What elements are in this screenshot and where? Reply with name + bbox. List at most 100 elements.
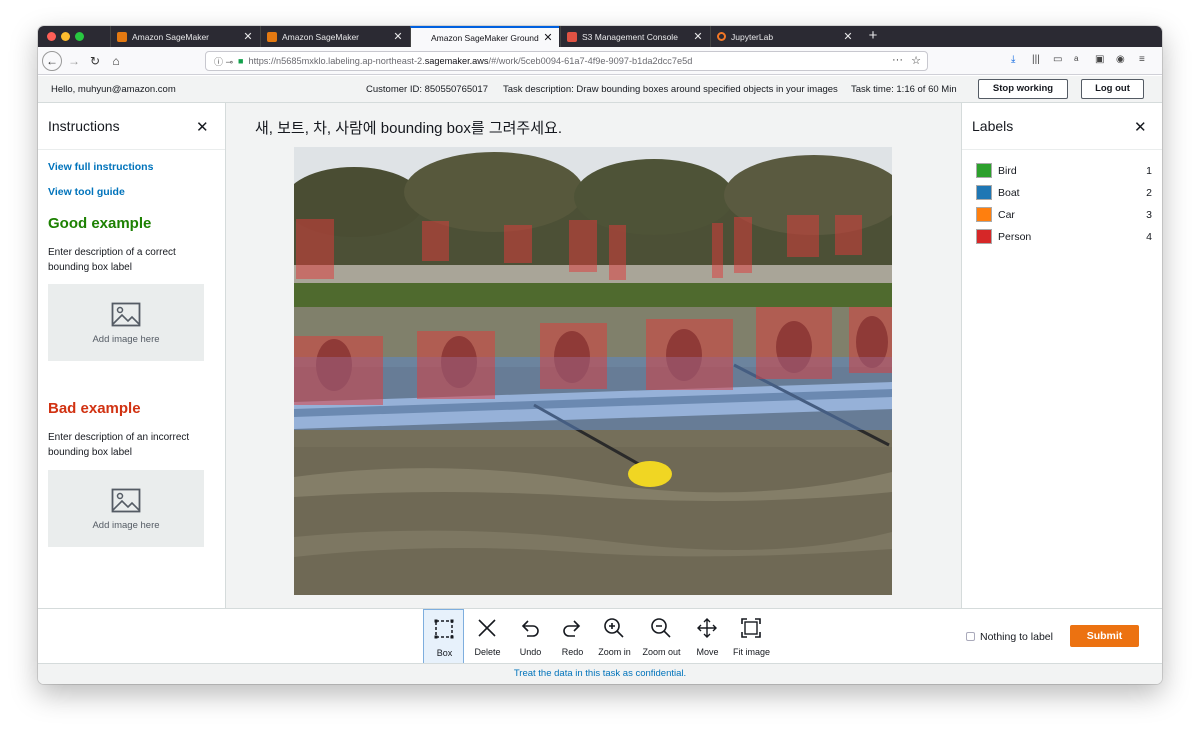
view-full-instructions-link[interactable]: View full instructions (48, 161, 153, 173)
url-domain: sagemaker.aws (424, 56, 489, 66)
image-icon (111, 302, 141, 327)
back-arrow-icon[interactable]: ← (42, 51, 62, 71)
label-color-swatch (976, 185, 992, 200)
close-instructions-icon[interactable]: ✕ (196, 118, 209, 136)
bad-example-image-placeholder: Add image here (48, 470, 204, 547)
home-icon[interactable]: ⌂ (107, 52, 125, 70)
labeling-workspace: 새, 보트, 차, 사람에 bounding box를 그려주세요. (226, 103, 961, 608)
new-tab-button[interactable]: + (863, 26, 883, 47)
log-out-button[interactable]: Log out (1081, 79, 1144, 99)
url-host: https://n5685mxklo.labeling.ap-northeast… (248, 56, 425, 66)
label-name: Car (998, 209, 1015, 221)
nothing-to-label-checkbox[interactable]: Nothing to label (966, 631, 1053, 643)
tab-title: Amazon SageMaker Ground Tru (431, 32, 541, 43)
redo-icon (563, 620, 581, 637)
browser-tab[interactable]: Amazon SageMaker ✕ (110, 26, 259, 47)
amazon-extension-icon[interactable]: a (1074, 54, 1078, 63)
bad-example-heading: Bad example (48, 400, 141, 417)
forward-arrow-icon[interactable]: → (65, 52, 83, 70)
menu-icon[interactable]: ≡ (1139, 54, 1145, 65)
close-tab-icon[interactable]: ✕ (691, 30, 705, 43)
delete-icon (478, 619, 496, 637)
customer-id: Customer ID: 850550765017 (366, 84, 488, 95)
url-path: /#/work/5ceb0094-61a7-4f9e-9097-b1da2dcc… (488, 56, 693, 66)
add-image-label: Add image here (92, 334, 160, 345)
bookmark-star-icon[interactable]: ☆ (911, 54, 921, 67)
browser-tab[interactable]: S3 Management Console ✕ (560, 26, 709, 47)
undo-icon (521, 620, 539, 637)
nothing-to-label-text: Nothing to label (980, 631, 1053, 643)
box-icon (434, 619, 454, 639)
browser-tab[interactable]: Amazon SageMaker ✕ (260, 26, 409, 47)
tool-label: Fit image (732, 647, 770, 657)
task-time: Task time: 1:16 of 60 Min (851, 84, 957, 95)
close-tab-icon[interactable]: ✕ (241, 30, 255, 43)
jupyter-icon (717, 32, 726, 41)
label-shortcut: 4 (1146, 231, 1152, 243)
move-icon (697, 618, 717, 638)
account-icon[interactable]: ◉ (1116, 54, 1125, 65)
tab-title: Amazon SageMaker (282, 31, 360, 42)
submit-button[interactable]: Submit (1070, 625, 1139, 647)
label-name: Person (998, 231, 1032, 243)
image-icon (111, 488, 141, 513)
navigation-bar: ← → ↻ ⌂ ⓘ ⊸ ■ https://n5685mxklo.labelin… (38, 47, 1162, 75)
sagemaker-icon (117, 31, 127, 42)
reload-icon[interactable]: ↻ (86, 52, 104, 70)
view-tool-guide-link[interactable]: View tool guide (48, 186, 125, 198)
label-shortcut: 2 (1146, 187, 1152, 199)
browser-tab-active[interactable]: Amazon SageMaker Ground Tru ✕ (410, 26, 559, 47)
tab-title: S3 Management Console (582, 31, 678, 42)
label-name: Bird (998, 165, 1017, 177)
zoom-out-tool-button[interactable]: Zoom out (641, 609, 682, 664)
stop-working-button[interactable]: Stop working (978, 79, 1068, 99)
label-item-car[interactable]: Car 3 (976, 206, 1152, 224)
lock-icon: ■ (238, 56, 244, 66)
checkbox-icon[interactable] (966, 632, 975, 641)
tab-bar: Amazon SageMaker ✕ Amazon SageMaker ✕ Am… (38, 26, 1162, 47)
fit-image-icon (741, 618, 761, 638)
divider (962, 149, 1162, 150)
task-prompt: 새, 보트, 차, 사람에 bounding box를 그려주세요. (255, 120, 562, 137)
label-color-swatch (976, 229, 992, 244)
close-labels-icon[interactable]: ✕ (1134, 118, 1147, 136)
sagemaker-icon (267, 31, 277, 42)
confidential-notice: Treat the data in this task as confident… (38, 663, 1162, 684)
task-header: Hello, muhyun@amazon.com Customer ID: 85… (38, 76, 1162, 103)
divider (38, 149, 225, 150)
zoom-in-tool-button[interactable]: Zoom in (594, 609, 635, 664)
url-field[interactable]: ⓘ ⊸ ■ https://n5685mxklo.labeling.ap-nor… (205, 51, 928, 71)
labels-panel: Labels ✕ Bird 1 Boat 2 Car 3 Person 4 (961, 103, 1162, 608)
page-actions-icon[interactable]: ··· (892, 54, 903, 66)
zoom-window-button[interactable] (75, 32, 84, 41)
instructions-panel: Instructions ✕ View full instructions Vi… (38, 103, 226, 608)
fit-image-tool-button[interactable]: Fit image (731, 609, 772, 664)
close-window-button[interactable] (47, 32, 56, 41)
label-color-swatch (976, 163, 992, 178)
label-item-boat[interactable]: Boat 2 (976, 184, 1152, 202)
tab-title: Amazon SageMaker (132, 31, 210, 42)
container-icon[interactable]: ▣ (1095, 54, 1104, 65)
browser-tab[interactable]: JupyterLab ✕ (710, 26, 859, 47)
sidebar-icon[interactable]: ▭ (1053, 54, 1062, 65)
download-icon[interactable]: ⤓ (1011, 54, 1015, 65)
label-item-bird[interactable]: Bird 1 (976, 162, 1152, 180)
s3-icon (567, 31, 577, 42)
label-name: Boat (998, 187, 1020, 199)
browser-window: Amazon SageMaker ✕ Amazon SageMaker ✕ Am… (38, 26, 1162, 684)
annotation-canvas[interactable] (294, 147, 892, 595)
label-shortcut: 1 (1146, 165, 1152, 177)
instructions-title: Instructions (48, 118, 120, 134)
label-item-person[interactable]: Person 4 (976, 228, 1152, 246)
close-tab-icon[interactable]: ✕ (391, 30, 405, 43)
good-example-heading: Good example (48, 215, 152, 232)
library-icon[interactable]: ||| (1032, 54, 1040, 65)
tool-toolbar: Box Delete Undo Redo Zoom in Zoom out Mo… (38, 608, 1162, 664)
good-example-image-placeholder: Add image here (48, 284, 204, 361)
minimize-window-button[interactable] (61, 32, 70, 41)
greeting: Hello, muhyun@amazon.com (51, 84, 176, 95)
close-tab-icon[interactable]: ✕ (841, 30, 855, 43)
info-icon[interactable]: ⓘ ⊸ (214, 55, 233, 68)
rowing-photo (294, 147, 892, 595)
close-tab-icon[interactable]: ✕ (541, 31, 555, 44)
